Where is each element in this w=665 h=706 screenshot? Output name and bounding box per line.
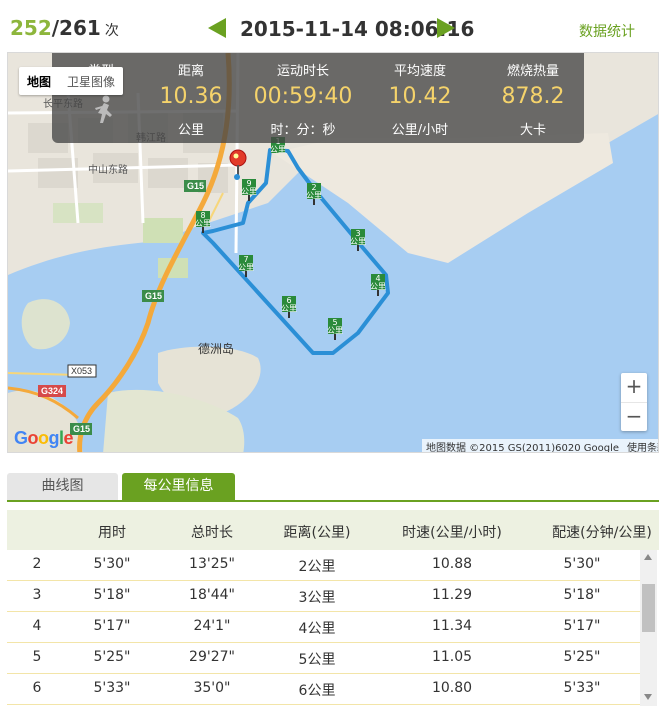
header-split-time: 用时	[98, 525, 126, 541]
cell-total-time: 35'0"	[193, 680, 231, 696]
map-type-map-button[interactable]: 地图	[19, 67, 59, 95]
cell-pace: 5'25"	[563, 649, 601, 665]
activity-counter: 252/261 次	[10, 16, 119, 40]
terms-of-use-link[interactable]: 使用条款	[627, 443, 658, 452]
cell-split-time: 5'18"	[93, 587, 131, 603]
current-count: 252	[10, 16, 52, 40]
svg-text:公里: 公里	[306, 191, 322, 200]
speed-unit: 公里/小时	[391, 123, 449, 138]
map-attribution: 地图数据 ©2015 GS(2011)6020 Google 使用条款	[422, 439, 658, 453]
svg-text:中山东路: 中山东路	[88, 163, 128, 176]
svg-text:公里: 公里	[270, 145, 286, 154]
cell-total-time: 29'27"	[189, 649, 235, 665]
svg-text:G15: G15	[73, 424, 90, 434]
svg-text:G324: G324	[41, 386, 63, 396]
cell-pace: 5'33"	[563, 680, 601, 696]
svg-text:G15: G15	[145, 291, 162, 301]
total-count: /261	[51, 16, 101, 40]
cell-split-time: 5'25"	[93, 649, 131, 665]
cell-km: 2	[32, 556, 42, 572]
svg-text:公里: 公里	[370, 282, 386, 291]
svg-text:G15: G15	[187, 181, 204, 191]
scroll-down-arrow-icon[interactable]	[644, 694, 652, 700]
calories-label: 燃烧热量	[506, 64, 559, 79]
cell-km: 6	[32, 680, 42, 696]
cell-split-time: 5'17"	[93, 618, 131, 634]
calories-unit: 大卡	[519, 123, 546, 138]
cell-pace: 5'18"	[563, 587, 601, 603]
cell-speed: 11.05	[431, 649, 473, 665]
tab-per-km-info[interactable]: 每公里信息	[122, 473, 235, 500]
cell-speed: 10.80	[431, 680, 473, 696]
svg-text:德洲岛: 德洲岛	[198, 341, 234, 356]
header-total-time: 总时长	[191, 525, 233, 541]
svg-text:公里: 公里	[281, 304, 297, 313]
table-row: 6 5'33" 35'0" 6公里 10.80 5'33"	[7, 674, 640, 705]
speed-label: 平均速度	[393, 64, 446, 79]
cell-speed: 10.88	[431, 556, 473, 572]
cell-speed: 11.29	[431, 587, 473, 603]
table-header: 用时 总时长 距离(公里) 时速(公里/小时) 配速(分钟/公里)	[7, 510, 659, 550]
attribution-data: 地图数据 ©2015 GS(2011)6020 Google	[426, 443, 620, 453]
map-type-satellite-button[interactable]: 卫星图像	[59, 67, 123, 95]
next-activity-arrow-icon[interactable]	[437, 18, 455, 38]
speed-value: 10.42	[388, 84, 452, 109]
count-unit: 次	[104, 23, 119, 39]
tab-bar: 曲线图 每公里信息	[7, 472, 659, 502]
cell-distance: 4公里	[298, 621, 336, 637]
cell-total-time: 18'44"	[189, 587, 235, 603]
route-map[interactable]: G15 G15 G15 G324 X053 长平东路 中山东路 韩江路 德洲岛 …	[7, 52, 659, 453]
header-pace: 配速(分钟/公里)	[552, 525, 652, 541]
previous-activity-arrow-icon[interactable]	[208, 18, 226, 38]
zoom-control: + −	[621, 373, 647, 431]
cell-distance: 6公里	[298, 683, 336, 699]
duration-unit: 时：分：秒	[270, 123, 336, 138]
table-row: 5 5'25" 29'27" 5公里 11.05 5'25"	[7, 643, 640, 674]
table-row: 3 5'18" 18'44" 3公里 11.29 5'18"	[7, 581, 640, 612]
google-logo: Google	[14, 428, 74, 448]
running-icon	[95, 95, 112, 123]
header-distance: 距离(公里)	[283, 525, 351, 541]
svg-text:公里: 公里	[195, 219, 211, 228]
statistics-link[interactable]: 数据统计	[579, 21, 635, 41]
zoom-out-button[interactable]: −	[621, 403, 647, 432]
cell-pace: 5'17"	[563, 618, 601, 634]
table-row: 4 5'17" 24'1" 4公里 11.34 5'17"	[7, 612, 640, 643]
cell-split-time: 5'30"	[93, 556, 131, 572]
cell-split-time: 5'33"	[93, 680, 131, 696]
svg-text:公里: 公里	[327, 326, 343, 335]
svg-text:公里: 公里	[350, 237, 366, 246]
cell-total-time: 24'1"	[193, 618, 231, 634]
table-scrollbar[interactable]	[640, 550, 657, 706]
duration-value: 00:59:40	[253, 84, 353, 109]
cell-speed: 11.34	[431, 618, 473, 634]
cell-distance: 2公里	[298, 559, 336, 575]
map-type-switcher: 地图 卫星图像	[19, 67, 124, 95]
tab-curve-chart[interactable]: 曲线图	[7, 473, 118, 500]
cell-km: 4	[32, 618, 42, 634]
header-speed: 时速(公里/小时)	[402, 525, 502, 541]
svg-text:X053: X053	[71, 366, 92, 376]
distance-unit: 公里	[177, 123, 204, 138]
svg-text:公里: 公里	[238, 263, 254, 272]
duration-label: 运动时长	[276, 64, 329, 79]
table-row: 2 5'30" 13'25" 2公里 10.88 5'30"	[7, 550, 640, 581]
scroll-up-arrow-icon[interactable]	[644, 554, 652, 560]
zoom-in-button[interactable]: +	[621, 373, 647, 403]
cell-total-time: 13'25"	[189, 556, 235, 572]
scrollbar-thumb[interactable]	[642, 584, 655, 632]
cell-distance: 3公里	[298, 590, 336, 606]
svg-text:公里: 公里	[241, 187, 257, 196]
cell-distance: 5公里	[298, 652, 336, 668]
per-km-table: 用时 总时长 距离(公里) 时速(公里/小时) 配速(分钟/公里) 2 5'30…	[7, 510, 659, 706]
cell-km: 3	[32, 587, 42, 603]
summary-overlay: 类型 距离 10.36 公里 运动时长 00:59:40 时：分：秒 平均速度 …	[52, 53, 584, 143]
header: 252/261 次 2015-11-14 08:06:16 数据统计	[0, 0, 665, 52]
distance-label: 距离	[177, 64, 204, 79]
cell-pace: 5'30"	[563, 556, 601, 572]
distance-value: 10.36	[159, 84, 223, 109]
cell-km: 5	[32, 649, 42, 665]
calories-value: 878.2	[501, 84, 565, 109]
